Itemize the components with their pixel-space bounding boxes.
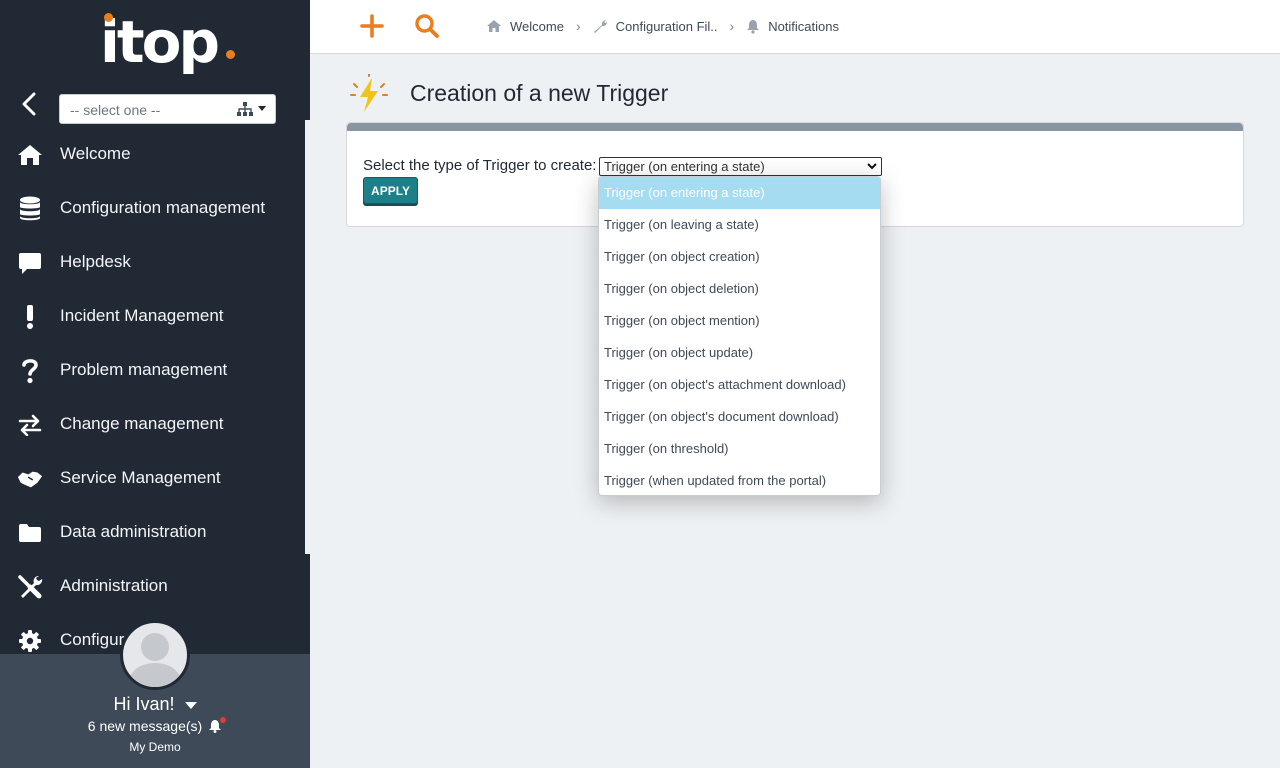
sidebar-item-label: Problem management <box>60 360 228 379</box>
sidebar-menu: Welcome Configuration management Helpdes… <box>0 128 305 668</box>
sidebar-item-label: Service Management <box>60 468 221 487</box>
caret-down-icon <box>184 701 197 709</box>
bell-icon <box>208 717 227 733</box>
panel-header <box>347 123 1243 131</box>
dropdown-option-on-object-update[interactable]: Trigger (on object update) <box>599 337 880 369</box>
chevron-down-icon <box>258 106 266 111</box>
logo-dot-icon <box>226 50 235 59</box>
lightning-icon <box>348 73 390 116</box>
dropdown-option-on-entering-state[interactable]: Trigger (on entering a state) <box>599 177 880 209</box>
sidebar-item-label: Configur <box>60 630 125 649</box>
sidebar-item-label: Change management <box>60 414 224 433</box>
sidebar-item-change-management[interactable]: Change management <box>0 398 305 452</box>
chevron-right-icon: › <box>575 18 581 34</box>
sidebar-item-administration[interactable]: Administration <box>0 560 305 614</box>
logo-text: itop <box>100 8 220 76</box>
page-title: Creation of a new Trigger <box>410 80 669 106</box>
global-search-button[interactable] <box>414 13 440 39</box>
question-icon <box>17 358 43 384</box>
exchange-icon <box>17 412 43 438</box>
chevron-left-icon <box>22 92 36 116</box>
chevron-right-icon: › <box>729 18 735 34</box>
dropdown-option-on-leaving-state[interactable]: Trigger (on leaving a state) <box>599 209 880 241</box>
logo-dot-icon <box>104 13 113 22</box>
sidebar-item-incident-management[interactable]: Incident Management <box>0 290 305 344</box>
breadcrumb-notifications[interactable]: Notifications <box>746 19 839 34</box>
sidebar-item-label: Administration <box>60 576 168 595</box>
trigger-type-select-value: Trigger (on entering a state) <box>604 159 765 174</box>
sidebar-item-service-management[interactable]: Service Management <box>0 452 305 506</box>
sidebar-scrollbar[interactable] <box>305 120 310 554</box>
folder-icon <box>17 520 43 546</box>
tools-icon <box>17 574 43 600</box>
dropdown-option-updated-from-portal[interactable]: Trigger (when updated from the portal) <box>599 465 880 495</box>
search-icon <box>415 14 439 38</box>
breadcrumb-label: Notifications <box>768 18 839 34</box>
dropdown-option-on-object-creation[interactable]: Trigger (on object creation) <box>599 241 880 273</box>
chat-icon <box>17 250 43 276</box>
itop-logo[interactable]: itop <box>100 6 240 82</box>
exclamation-icon <box>17 304 43 330</box>
sitemap-icon <box>237 102 253 116</box>
breadcrumb-label: Configuration Fil.. <box>615 18 718 34</box>
sidebar-item-data-administration[interactable]: Data administration <box>0 506 305 560</box>
user-silhouette-icon <box>127 633 183 687</box>
user-organization: My Demo <box>129 740 181 754</box>
trigger-type-label: Select the type of Trigger to create: <box>363 157 597 174</box>
home-icon <box>487 20 501 32</box>
organization-select-value: -- select one -- <box>70 102 161 118</box>
dropdown-option-on-attachment-download[interactable]: Trigger (on object's attachment download… <box>599 369 880 401</box>
wrench-icon <box>593 19 607 33</box>
apply-button[interactable]: APPLY <box>363 177 418 204</box>
sidebar: itop -- select one -- Welcome Configurat… <box>0 0 310 768</box>
trigger-type-dropdown[interactable]: Trigger (on entering a state) Trigger (o… <box>598 176 881 496</box>
handshake-icon <box>17 466 43 492</box>
notification-dot <box>220 717 227 723</box>
bell-icon <box>747 19 760 34</box>
dropdown-option-on-object-mention[interactable]: Trigger (on object mention) <box>599 305 880 337</box>
gear-icon <box>17 628 43 654</box>
sidebar-item-label: Helpdesk <box>60 252 131 271</box>
breadcrumb-label: Welcome <box>510 18 564 34</box>
user-greeting-menu[interactable]: Hi Ivan! <box>0 694 310 715</box>
trigger-type-select[interactable]: Trigger (on entering a state) <box>599 157 882 176</box>
sidebar-item-configuration-management[interactable]: Configuration management <box>0 182 305 236</box>
chevron-down-icon <box>867 163 877 170</box>
sidebar-item-label: Configuration management <box>60 198 266 217</box>
new-messages-link[interactable]: 6 new message(s) <box>0 717 310 734</box>
messages-count: 6 new message(s) <box>87 718 203 734</box>
dropdown-option-on-document-download[interactable]: Trigger (on object's document download) <box>599 401 880 433</box>
breadcrumb-configuration[interactable]: Configuration Fil.. <box>593 19 718 34</box>
user-greeting: Hi Ivan! <box>113 694 175 714</box>
dropdown-option-on-object-deletion[interactable]: Trigger (on object deletion) <box>599 273 880 305</box>
sidebar-item-welcome[interactable]: Welcome <box>0 128 305 182</box>
new-object-button[interactable] <box>360 14 384 38</box>
breadcrumb-welcome[interactable]: Welcome <box>486 19 564 34</box>
avatar[interactable] <box>120 620 190 690</box>
home-icon <box>17 142 43 168</box>
sidebar-item-problem-management[interactable]: Problem management <box>0 344 305 398</box>
sidebar-item-label: Welcome <box>60 144 131 163</box>
sidebar-item-helpdesk[interactable]: Helpdesk <box>0 236 305 290</box>
collapse-sidebar-button[interactable] <box>18 90 42 118</box>
top-bar: Welcome › Configuration Fil.. › Notifica… <box>310 0 1280 54</box>
breadcrumb: Welcome › Configuration Fil.. › Notifica… <box>486 18 839 34</box>
dropdown-option-on-threshold[interactable]: Trigger (on threshold) <box>599 433 880 465</box>
sidebar-item-label: Data administration <box>60 522 207 541</box>
organization-select[interactable]: -- select one -- <box>59 94 276 124</box>
sidebar-item-label: Incident Management <box>60 306 224 325</box>
plus-icon <box>360 14 384 38</box>
database-icon <box>17 196 43 222</box>
